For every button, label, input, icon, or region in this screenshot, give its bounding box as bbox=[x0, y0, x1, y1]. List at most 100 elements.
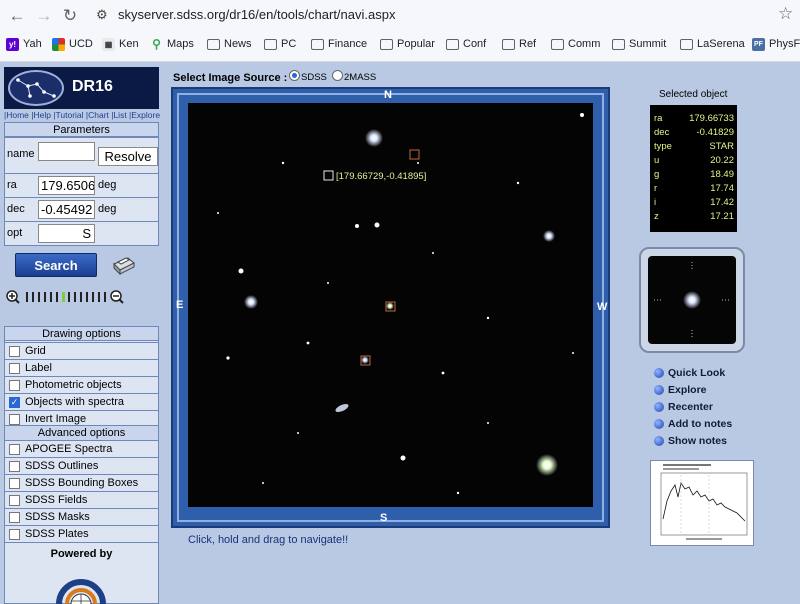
fields-checkbox[interactable] bbox=[9, 495, 20, 506]
bookmark-ucd[interactable]: UCD bbox=[52, 33, 93, 55]
option-bounding-boxes[interactable]: SDSS Bounding Boxes bbox=[5, 474, 158, 491]
bounding-boxes-checkbox[interactable] bbox=[9, 478, 20, 489]
galaxy bbox=[244, 295, 258, 309]
bookmark-star-icon[interactable]: ☆ bbox=[778, 4, 793, 24]
ra-unit: deg bbox=[98, 179, 117, 191]
star bbox=[386, 302, 394, 310]
parameters-header: Parameters bbox=[5, 123, 158, 137]
star bbox=[572, 352, 574, 354]
reload-icon[interactable]: ↻ bbox=[59, 5, 81, 27]
star bbox=[486, 316, 490, 320]
browser-navbar: ← → ↻ ⚙ skyserver.sdss.org/dr16/en/tools… bbox=[0, 0, 800, 31]
drawing-options-header: Drawing options bbox=[5, 327, 158, 341]
invert-checkbox[interactable] bbox=[9, 414, 20, 425]
option-spectra[interactable]: ✓ Objects with spectra bbox=[5, 393, 158, 410]
folder-icon bbox=[551, 38, 564, 50]
star bbox=[365, 129, 383, 147]
printer-icon[interactable] bbox=[110, 254, 136, 276]
plates-checkbox[interactable] bbox=[9, 529, 20, 540]
opt-input[interactable]: S bbox=[38, 224, 95, 243]
parameters-panel: Parameters name Resolve ra 179.6506 deg … bbox=[4, 122, 159, 246]
bookmark-conf[interactable]: Conf bbox=[446, 33, 486, 55]
grid-checkbox[interactable] bbox=[9, 346, 20, 357]
bookmark-pc[interactable]: PC bbox=[264, 33, 296, 55]
folder-icon bbox=[380, 38, 393, 50]
powered-by-box: Powered by bbox=[4, 543, 159, 604]
option-masks[interactable]: SDSS Masks bbox=[5, 508, 158, 525]
bookmark-laserena[interactable]: LaSerena bbox=[680, 33, 745, 55]
sdss-radio[interactable] bbox=[289, 70, 300, 81]
option-apogee[interactable]: APOGEE Spectra bbox=[5, 440, 158, 457]
search-button[interactable]: Search bbox=[15, 253, 97, 277]
star bbox=[487, 422, 489, 424]
spectrum-plot-image bbox=[660, 464, 748, 540]
bookmark-comm[interactable]: Comm bbox=[551, 33, 600, 55]
north-label[interactable]: N bbox=[384, 89, 392, 101]
name-row: name Resolve bbox=[5, 137, 158, 169]
address-bar[interactable]: ⚙ skyserver.sdss.org/dr16/en/tools/chart… bbox=[88, 4, 773, 27]
bookmark-ref[interactable]: Ref bbox=[502, 33, 536, 55]
forward-icon[interactable]: → bbox=[33, 5, 55, 27]
zoom-thumb[interactable] bbox=[62, 292, 65, 302]
sky-image[interactable]: [179.66729,-0.41895] bbox=[188, 103, 593, 507]
star bbox=[456, 491, 460, 495]
star bbox=[432, 252, 434, 254]
label-checkbox[interactable] bbox=[9, 363, 20, 374]
bullet-icon bbox=[654, 385, 664, 395]
star bbox=[281, 161, 285, 165]
name-input[interactable] bbox=[38, 142, 95, 161]
masks-checkbox[interactable] bbox=[9, 512, 20, 523]
zoom-out-icon[interactable] bbox=[110, 290, 124, 304]
object-thumbnail[interactable] bbox=[648, 256, 736, 344]
top-links[interactable]: |Home |Help |Tutorial |Chart |List |Expl… bbox=[4, 110, 162, 122]
bookmark-summit[interactable]: Summit bbox=[612, 33, 666, 55]
outlines-checkbox[interactable] bbox=[9, 461, 20, 472]
back-icon[interactable]: ← bbox=[6, 5, 28, 27]
resolve-button[interactable]: Resolve bbox=[98, 147, 158, 166]
option-photometric[interactable]: Photometric objects bbox=[5, 376, 158, 393]
spectrum-marker[interactable] bbox=[409, 149, 420, 160]
east-label[interactable]: E bbox=[176, 299, 183, 311]
spectrum-thumbnail[interactable] bbox=[650, 460, 754, 546]
option-fields[interactable]: SDSS Fields bbox=[5, 491, 158, 508]
bookmark-popular[interactable]: Popular bbox=[380, 33, 435, 55]
dec-label: dec bbox=[7, 203, 25, 215]
yahoo-icon: y! bbox=[6, 37, 19, 51]
physf-icon: PF bbox=[752, 37, 765, 51]
option-grid[interactable]: Grid bbox=[5, 342, 158, 359]
spectra-checkbox[interactable]: ✓ bbox=[9, 397, 20, 408]
zoom-slider[interactable] bbox=[6, 290, 128, 304]
bookmark-finance[interactable]: Finance bbox=[311, 33, 367, 55]
folder-icon bbox=[311, 38, 324, 50]
bookmark-ken[interactable]: ▦ Ken bbox=[102, 33, 139, 55]
sky-field: [179.66729,-0.41895] bbox=[217, 113, 584, 495]
option-outlines[interactable]: SDSS Outlines bbox=[5, 457, 158, 474]
bookmark-yah[interactable]: y! Yah bbox=[6, 33, 42, 55]
apogee-checkbox[interactable] bbox=[9, 444, 20, 455]
bookmark-physf[interactable]: PF PhysF bbox=[752, 33, 800, 55]
photometric-checkbox[interactable] bbox=[9, 380, 20, 391]
folder-icon bbox=[612, 38, 625, 50]
star bbox=[441, 371, 445, 375]
option-label[interactable]: Label bbox=[5, 359, 158, 376]
option-plates[interactable]: SDSS Plates bbox=[5, 525, 158, 542]
west-label[interactable]: W bbox=[597, 301, 607, 313]
2mass-radio[interactable] bbox=[332, 70, 343, 81]
bullet-icon bbox=[654, 368, 664, 378]
selected-object-marker[interactable] bbox=[323, 170, 334, 181]
bookmark-news[interactable]: News bbox=[207, 33, 252, 55]
site-info-icon[interactable]: ⚙ bbox=[96, 7, 108, 23]
south-label[interactable]: S bbox=[380, 512, 387, 524]
dec-input[interactable]: -0.45492 bbox=[38, 200, 95, 219]
advanced-options-header: Advanced options bbox=[5, 425, 158, 440]
star bbox=[361, 356, 369, 364]
bookmark-maps[interactable]: ⚲ Maps bbox=[150, 33, 194, 55]
ra-input[interactable]: 179.6506 bbox=[38, 176, 95, 195]
bullet-icon bbox=[654, 436, 664, 446]
sdss-logo[interactable]: DR16 bbox=[4, 67, 159, 109]
ken-icon: ▦ bbox=[102, 37, 115, 51]
zoom-in-icon[interactable] bbox=[6, 290, 20, 304]
folder-icon bbox=[207, 38, 220, 50]
selected-object-title: Selected object bbox=[659, 89, 728, 100]
maps-icon: ⚲ bbox=[152, 36, 161, 51]
